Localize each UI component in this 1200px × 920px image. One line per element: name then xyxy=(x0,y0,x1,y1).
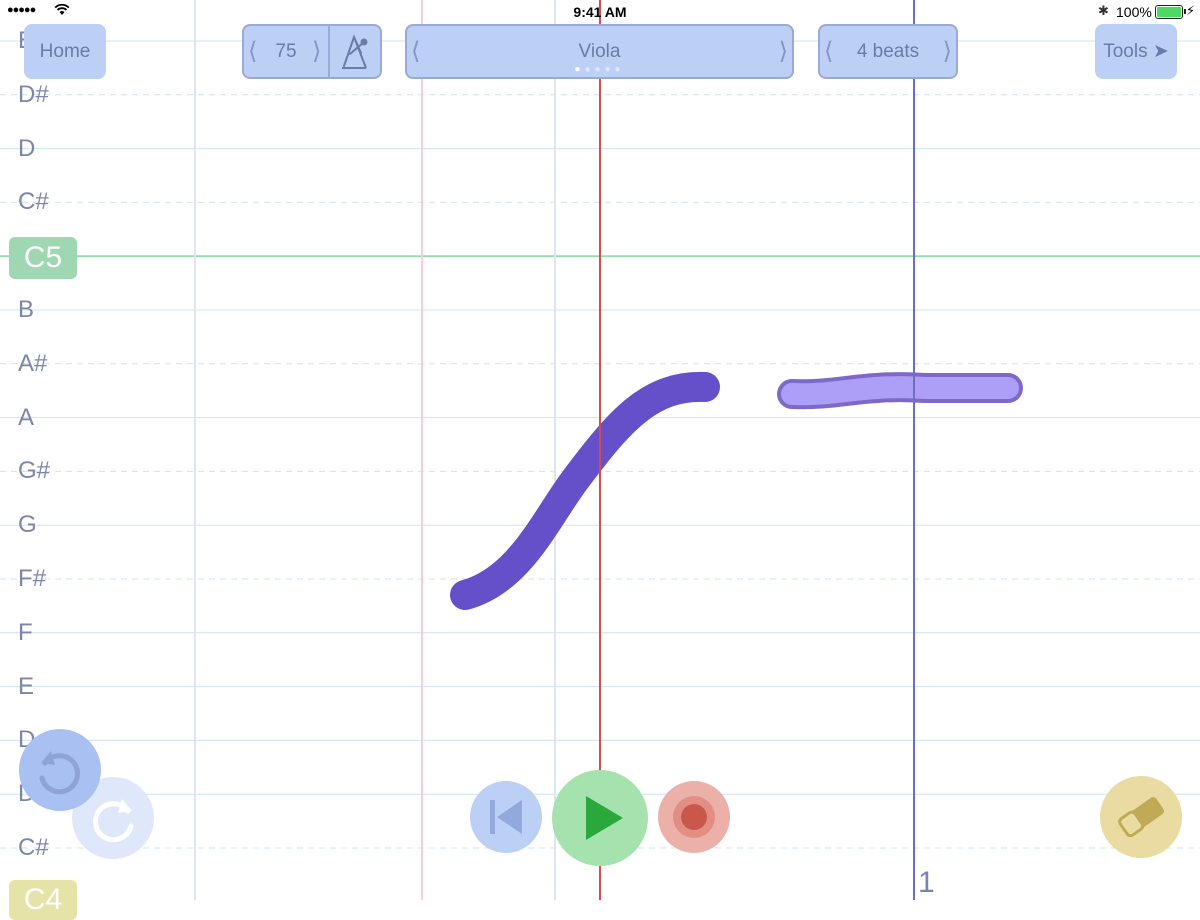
note-label: D xyxy=(18,134,36,162)
note-label: B xyxy=(18,296,35,323)
play-icon xyxy=(586,796,623,840)
note-label: F# xyxy=(18,565,47,592)
note-label: D# xyxy=(18,80,49,108)
note-label: A xyxy=(18,403,35,431)
note-label: A# xyxy=(18,349,48,377)
metronome-icon[interactable] xyxy=(338,34,372,75)
beats-increase-icon[interactable]: ⟩ xyxy=(943,34,952,70)
home-button[interactable]: Home xyxy=(24,24,106,79)
record-button[interactable] xyxy=(658,781,730,853)
rewind-to-start-icon xyxy=(490,800,522,834)
rewind-to-start-button[interactable] xyxy=(470,781,542,853)
eraser-button[interactable] xyxy=(1100,776,1182,858)
note-label: F xyxy=(18,618,33,646)
instrument-page-indicator: ●●●●● xyxy=(574,64,625,75)
status-time: 9:41 AM xyxy=(573,4,627,20)
note-label: G# xyxy=(18,457,51,485)
tempo-increase-icon[interactable]: ⟩ xyxy=(312,34,321,70)
bluetooth-icon: ✱ xyxy=(1098,3,1109,18)
note-label: C# xyxy=(18,834,49,861)
note-canvas[interactable] xyxy=(0,0,1200,900)
divider xyxy=(328,26,330,77)
instrument-selector[interactable]: ⟨ Viola ⟩ ●●●●● xyxy=(405,24,794,79)
note-label: C5 xyxy=(9,237,77,279)
charging-icon: ⚡ xyxy=(1186,3,1196,18)
undo-icon xyxy=(39,751,80,795)
tools-button[interactable]: Tools ➤ xyxy=(1095,24,1177,79)
beats-label: 4 beats xyxy=(856,41,920,62)
pitch-stroke[interactable] xyxy=(450,371,720,610)
note-label: C4 xyxy=(9,880,77,920)
pitch-stroke-selected[interactable] xyxy=(781,376,1019,406)
play-button[interactable] xyxy=(552,770,648,866)
battery-icon xyxy=(1155,5,1186,19)
note-label: C# xyxy=(18,188,49,216)
note-label: E xyxy=(18,672,35,700)
eraser-icon xyxy=(1118,797,1165,838)
note-label: G xyxy=(18,511,37,539)
tempo-control: ⟨ 75 ⟩ xyxy=(242,24,382,79)
record-icon xyxy=(673,796,715,838)
beats-selector[interactable]: ⟨ 4 beats ⟩ xyxy=(818,24,958,79)
battery-percent: 100% xyxy=(1116,4,1152,20)
undo-button[interactable] xyxy=(19,729,101,811)
measure-number: 1 xyxy=(918,866,935,899)
status-bar: ●●●●● 9:41 AM ✱ 100% ⚡ xyxy=(0,0,1200,22)
